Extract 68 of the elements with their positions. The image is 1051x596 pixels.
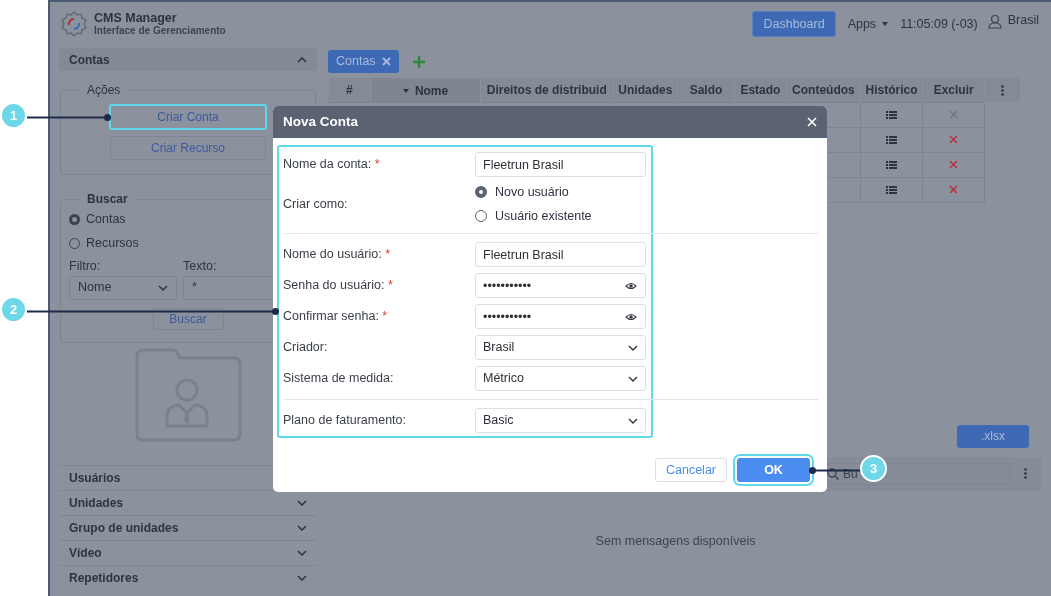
apps-menu[interactable]: Apps <box>847 14 889 34</box>
field-label: Filtro: <box>69 258 102 275</box>
eye-icon[interactable] <box>625 281 637 291</box>
chevron-down-icon[interactable] <box>628 375 638 382</box>
dashboard-button[interactable]: Dashboard <box>752 10 836 38</box>
app-subtitle: Interface de Gerenciamento <box>94 25 226 37</box>
search-icon <box>827 467 839 480</box>
select-field[interactable]: Basic <box>475 408 646 433</box>
field-label: Plano de faturamento: <box>283 412 407 430</box>
tab[interactable]: Contas <box>328 50 399 73</box>
callout-number: 2 <box>0 296 27 323</box>
cancel-button[interactable]: Cancelar <box>655 458 727 482</box>
app-title: CMS Manager <box>94 11 178 25</box>
create-account-button[interactable]: Criar Conta <box>109 104 267 130</box>
column-header[interactable]: Estado <box>734 78 787 102</box>
search-button[interactable]: Buscar <box>152 307 224 330</box>
list-icon[interactable] <box>886 185 898 194</box>
more-icon[interactable] <box>1024 468 1027 479</box>
password-field[interactable]: ••••••••••• <box>475 273 646 298</box>
filter-select[interactable]: Nome <box>69 275 177 300</box>
list-icon[interactable] <box>886 110 898 119</box>
list-icon[interactable] <box>886 160 898 169</box>
sort-caret-icon <box>402 88 409 93</box>
panel-title: Contas <box>69 51 110 69</box>
column-header[interactable]: Saldo <box>677 78 735 102</box>
column-header[interactable]: Histórico <box>860 78 923 102</box>
chevron-down-icon[interactable] <box>628 417 638 424</box>
export-button[interactable]: .xlsx <box>957 424 1029 448</box>
field-label: Criador: <box>283 339 329 357</box>
callout-number: 1 <box>0 102 27 129</box>
list-icon[interactable] <box>886 135 898 144</box>
field-label: Texto: <box>183 258 218 275</box>
create-resource-button[interactable]: Criar Recurso <box>110 136 266 160</box>
input-field[interactable]: Fleetrun Brasil <box>475 152 646 177</box>
empty-message: Sem mensagens disponíveis <box>595 532 756 550</box>
column-header[interactable]: # <box>328 78 371 102</box>
field-label: Nome da conta: * <box>283 156 381 174</box>
dialog-title: Nova Conta <box>283 112 358 131</box>
field-label: Confirmar senha: * <box>283 308 389 326</box>
radio-button[interactable] <box>69 213 80 225</box>
radio-option[interactable]: Novo usuário <box>475 180 592 204</box>
radio-option[interactable]: Usuário existente <box>475 204 592 228</box>
close-icon[interactable] <box>381 57 391 66</box>
input-field[interactable]: Fleetrun Brasil <box>475 242 646 267</box>
select-field[interactable]: Métrico <box>475 366 646 391</box>
column-header[interactable]: Direitos de distribuid <box>480 78 613 102</box>
password-field[interactable]: ••••••••••• <box>475 304 646 329</box>
panel-header[interactable]: Contas <box>59 48 317 71</box>
column-header[interactable]: Nome <box>370 78 481 102</box>
column-header[interactable]: Excluir <box>922 78 985 102</box>
sidebar-section[interactable]: Vídeo <box>59 539 317 565</box>
user-icon[interactable] <box>987 13 1002 29</box>
select-field[interactable]: Brasil <box>475 335 646 360</box>
user-name[interactable]: Brasil <box>1007 10 1039 30</box>
chevron-up-icon[interactable] <box>297 56 307 63</box>
more-icon[interactable] <box>1001 84 1004 96</box>
field-label: Sistema de medida: <box>283 370 395 388</box>
column-header[interactable]: Conteúdos <box>786 78 861 102</box>
sidebar-section[interactable]: Repetidores <box>59 564 317 590</box>
chevron-down-icon[interactable] <box>628 344 638 351</box>
clock-text: 11:05:09 (-03) <box>900 15 978 33</box>
gear-logo-icon <box>60 10 88 38</box>
caret-down-icon <box>882 22 889 26</box>
field-label: Nome do usuário: * <box>283 246 392 264</box>
eye-icon[interactable] <box>625 312 637 322</box>
column-header[interactable]: Unidades <box>613 78 678 102</box>
radio-button[interactable] <box>475 186 487 198</box>
sidebar-section[interactable]: Grupo de unidades <box>59 514 317 540</box>
